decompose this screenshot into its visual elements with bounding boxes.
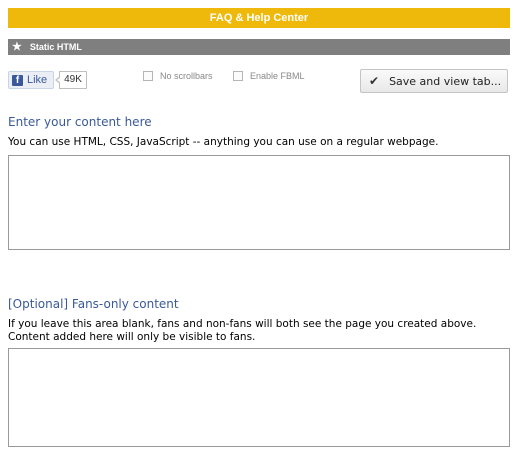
section-title: Static HTML: [29, 42, 82, 52]
like-count-badge: 49K: [55, 71, 87, 89]
star-icon: ★: [12, 41, 22, 53]
content-textarea[interactable]: [8, 155, 510, 250]
enable-fbml-checkbox[interactable]: [233, 71, 243, 81]
no-scrollbars-option[interactable]: No scrollbars: [143, 71, 213, 81]
fans-content-description: If you leave this area blank, fans and n…: [8, 318, 477, 343]
no-scrollbars-label: No scrollbars: [160, 71, 213, 81]
facebook-icon: f: [12, 74, 23, 86]
no-scrollbars-checkbox[interactable]: [143, 71, 153, 81]
save-button-label: Save and view tab...: [389, 74, 502, 88]
like-label: Like: [27, 74, 48, 86]
faq-help-center-bar[interactable]: FAQ & Help Center: [8, 8, 510, 28]
fans-content-heading: [Optional] Fans-only content: [8, 297, 179, 311]
content-heading: Enter your content here: [8, 115, 152, 129]
content-description: You can use HTML, CSS, JavaScript -- any…: [8, 136, 439, 148]
checkmark-icon: ✔: [369, 74, 380, 88]
facebook-like-button[interactable]: f Like: [8, 71, 54, 89]
fans-content-textarea[interactable]: [8, 348, 510, 447]
save-and-view-tab-button[interactable]: ✔ Save and view tab...: [360, 69, 508, 93]
enable-fbml-option[interactable]: Enable FBML: [233, 71, 305, 81]
enable-fbml-label: Enable FBML: [250, 71, 305, 81]
section-header: ★ Static HTML: [8, 39, 510, 55]
